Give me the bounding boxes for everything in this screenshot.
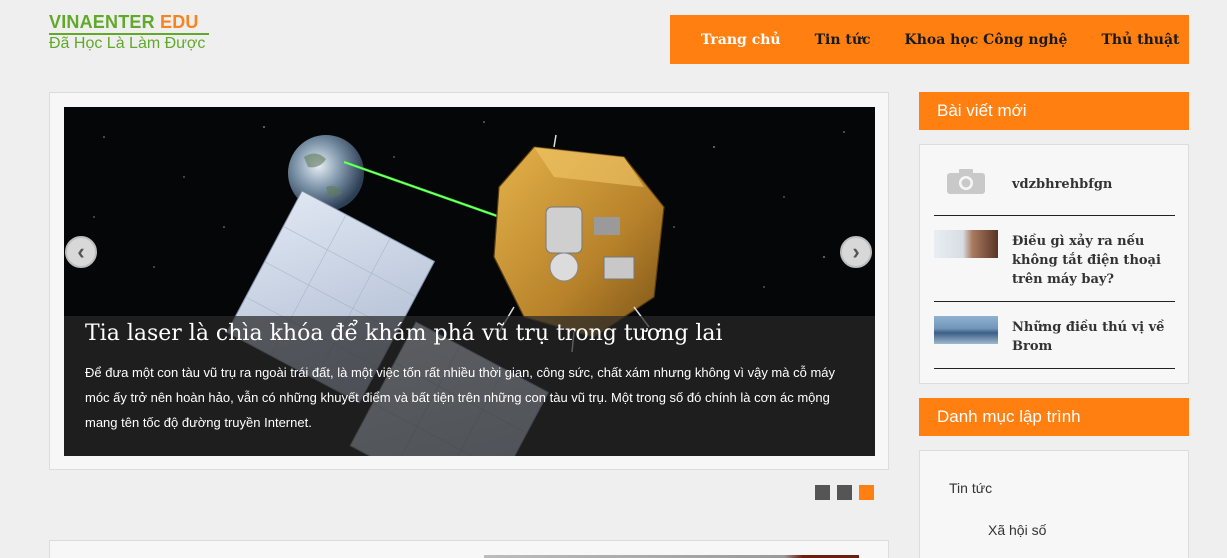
nav-item-science-tech[interactable]: Khoa học Công nghệ [905,32,1068,48]
nav-item-tips[interactable]: Thủ thuật [1101,32,1179,48]
slide-excerpt: Để đưa một con tàu vũ trụ ra ngoài trái … [85,365,836,430]
logo-tagline: Đã Học Là Làm Được [49,33,209,53]
nav-item-news[interactable]: Tin tức [815,32,871,48]
slider-pager [815,485,881,500]
category-heading: Danh mục lập trình [919,398,1189,436]
recent-posts-heading: Bài viết mới [919,92,1189,130]
main-navigation: Trang chủ Tin tức Khoa học Công nghệ Thủ… [670,15,1189,64]
pager-dot-2[interactable] [837,485,852,500]
recent-post-item[interactable]: Những điều thú vị về Brom [934,316,1175,369]
slide-title[interactable]: Tia laser là chìa khóa để khám phá vũ tr… [85,322,854,346]
recent-post-title[interactable]: Điều gì xảy ra nếu không tắt điện thoại … [1012,232,1175,301]
post-thumbnail [934,316,998,344]
camera-placeholder-icon [934,167,998,195]
slider-next-button[interactable]: › [840,236,872,268]
slider-prev-button[interactable]: ‹ [65,236,97,268]
logo-name: VINAENTER EDU [49,12,199,32]
category-widget: Tin tức Xã hội số [919,450,1189,558]
slide-image[interactable]: Tia laser là chìa khóa để khám phá vũ tr… [64,107,875,456]
category-item[interactable]: Xã hội số [988,522,1046,538]
recent-post-item[interactable]: Điều gì xảy ra nếu không tắt điện thoại … [934,230,1175,302]
chevron-left-icon: ‹ [77,239,85,264]
featured-slider: Tia laser là chìa khóa để khám phá vũ tr… [49,92,889,470]
post-list-box [49,540,889,558]
recent-post-title[interactable]: vdzbhrehbfgn [1012,175,1112,215]
chevron-right-icon: › [852,239,860,264]
slide-caption: Tia laser là chìa khóa để khám phá vũ tr… [64,316,875,456]
nav-item-home[interactable]: Trang chủ [701,32,781,48]
pager-dot-3[interactable] [859,485,874,500]
pager-dot-1[interactable] [815,485,830,500]
site-logo[interactable]: VINAENTER EDU Đã Học Là Làm Được [49,11,209,53]
category-item[interactable]: Tin tức [949,480,992,496]
recent-post-item[interactable]: vdzbhrehbfgn [934,167,1175,216]
post-thumbnail [934,230,998,258]
recent-post-title[interactable]: Những điều thú vị về Brom [1012,318,1175,368]
recent-posts-widget: vdzbhrehbfgn Điều gì xảy ra nếu không tắ… [919,144,1189,384]
